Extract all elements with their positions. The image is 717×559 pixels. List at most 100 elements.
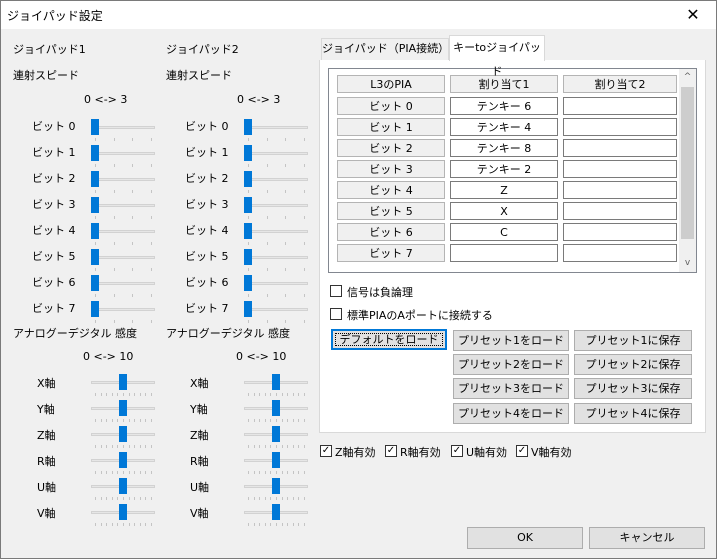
rapid-speed-slider[interactable] [91,197,155,221]
axis-sensitivity-slider[interactable] [244,374,308,398]
axis-sensitivity-slider[interactable] [91,426,155,450]
assignment-1-cell[interactable]: X [450,202,558,220]
slider-thumb[interactable] [244,223,252,239]
slider-thumb[interactable] [91,171,99,187]
slider-thumb[interactable] [272,478,280,494]
load-preset-2-button[interactable]: プリセット2をロード [453,354,569,375]
slider-thumb[interactable] [91,249,99,265]
axis-sensitivity-slider[interactable] [244,400,308,424]
axis-sensitivity-slider[interactable] [91,504,155,528]
slider-thumb[interactable] [244,197,252,213]
grid-scrollbar[interactable]: ^ v [679,69,696,272]
rapid-speed-slider[interactable] [91,119,155,143]
assignment-2-cell[interactable] [563,244,677,262]
scroll-up-icon[interactable]: ^ [679,69,696,86]
slider-thumb[interactable] [91,197,99,213]
rapid-speed-slider[interactable] [91,275,155,299]
load-preset-3-button[interactable]: プリセット3をロード [453,378,569,399]
rapid-speed-slider[interactable] [244,145,308,169]
v-axis-enable-checkbox[interactable]: ✓ [516,445,528,457]
rapid-speed-slider[interactable] [244,119,308,143]
bit-label: ビット 4 [32,224,76,237]
rapid-speed-slider[interactable] [244,275,308,299]
slider-thumb[interactable] [119,504,127,520]
slider-thumb[interactable] [272,452,280,468]
slider-thumb[interactable] [91,223,99,239]
tab-key-to-joypad[interactable]: キーtoジョイパッド [449,35,545,78]
rapid-speed-slider[interactable] [91,145,155,169]
negative-logic-checkbox[interactable] [330,285,342,297]
axis-sensitivity-slider[interactable] [91,374,155,398]
slider-thumb[interactable] [244,171,252,187]
assignment-1-cell[interactable]: C [450,223,558,241]
rapid-speed-slider[interactable] [91,171,155,195]
u-axis-enable-checkbox[interactable]: ✓ [451,445,463,457]
slider-thumb[interactable] [244,145,252,161]
slider-thumb[interactable] [119,478,127,494]
slider-thumb[interactable] [91,301,99,317]
save-preset-2-button[interactable]: プリセット2に保存 [574,354,692,375]
rapid-speed-slider[interactable] [244,249,308,273]
slider-thumb[interactable] [119,374,127,390]
axis-sensitivity-slider[interactable] [91,478,155,502]
assignment-1-cell[interactable]: Z [450,181,558,199]
slider-thumb[interactable] [272,504,280,520]
slider-tick [298,445,299,448]
scrollbar-thumb[interactable] [681,87,694,239]
slider-thumb[interactable] [119,426,127,442]
assignment-1-cell[interactable]: テンキー 6 [450,97,558,115]
axis-sensitivity-slider[interactable] [244,478,308,502]
slider-thumb[interactable] [91,119,99,135]
assignment-2-cell[interactable] [563,202,677,220]
assignment-2-cell[interactable] [563,139,677,157]
assignment-1-cell[interactable] [450,244,558,262]
r-axis-enable-checkbox[interactable]: ✓ [385,445,397,457]
slider-thumb[interactable] [244,249,252,265]
load-preset-4-button[interactable]: プリセット4をロード [453,403,569,424]
slider-thumb[interactable] [272,400,280,416]
slider-thumb[interactable] [244,301,252,317]
rapid-speed-slider[interactable] [91,223,155,247]
axis-sensitivity-slider[interactable] [91,452,155,476]
slider-thumb[interactable] [91,275,99,291]
save-preset-3-button[interactable]: プリセット3に保存 [574,378,692,399]
slider-tick [267,294,268,297]
assignment-1-cell[interactable]: テンキー 4 [450,118,558,136]
assignment-2-cell[interactable] [563,118,677,136]
axis-sensitivity-slider[interactable] [91,400,155,424]
slider-thumb[interactable] [119,400,127,416]
axis-sensitivity-slider[interactable] [244,426,308,450]
slider-thumb[interactable] [91,145,99,161]
save-preset-4-button[interactable]: プリセット4に保存 [574,403,692,424]
assignment-1-cell[interactable]: テンキー 2 [450,160,558,178]
rapid-speed-slider[interactable] [244,223,308,247]
z-axis-enable-checkbox[interactable]: ✓ [320,445,332,457]
rapid-speed-slider[interactable] [244,171,308,195]
tab-joypad-pia[interactable]: ジョイパッド（PIA接続） [321,38,449,60]
rapid-speed-slider[interactable] [244,301,308,325]
ok-button[interactable]: OK [467,527,583,549]
load-default-button[interactable]: デフォルトをロード [331,329,447,350]
rapid-speed-slider[interactable] [244,197,308,221]
cancel-button[interactable]: キャンセル [589,527,705,549]
slider-thumb[interactable] [244,119,252,135]
assignment-2-cell[interactable] [563,160,677,178]
rapid-speed-slider[interactable] [91,249,155,273]
assignment-2-cell[interactable] [563,181,677,199]
axis-sensitivity-slider[interactable] [244,504,308,528]
close-icon[interactable]: ✕ [670,1,716,29]
assignment-2-cell[interactable] [563,223,677,241]
load-preset-1-button[interactable]: プリセット1をロード [453,330,569,351]
standard-pia-checkbox[interactable] [330,308,342,320]
axis-sensitivity-slider[interactable] [244,452,308,476]
save-preset-1-button[interactable]: プリセット1に保存 [574,330,692,351]
assignment-2-cell[interactable] [563,97,677,115]
rapid-speed-slider[interactable] [91,301,155,325]
slider-thumb[interactable] [272,374,280,390]
slider-thumb[interactable] [119,452,127,468]
slider-thumb[interactable] [244,275,252,291]
slider-thumb[interactable] [272,426,280,442]
assignment-1-cell[interactable]: テンキー 8 [450,139,558,157]
slider-tick [265,497,266,500]
scroll-down-icon[interactable]: v [679,255,696,272]
